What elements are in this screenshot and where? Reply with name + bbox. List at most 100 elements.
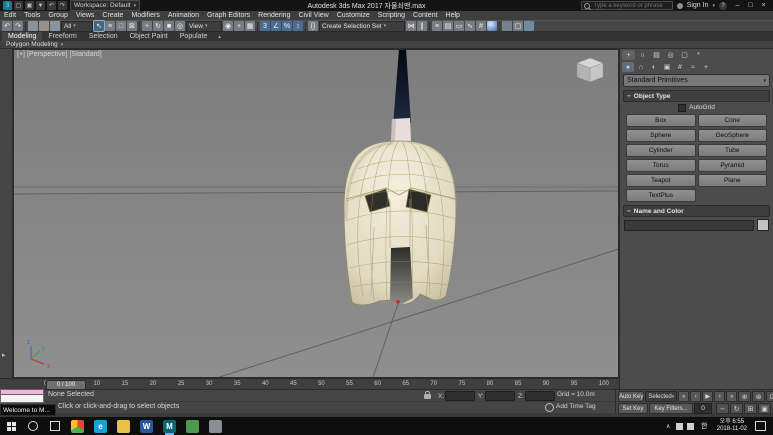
use-pivot-point-center-icon[interactable]: ◉ bbox=[223, 21, 233, 31]
task-view-button[interactable] bbox=[44, 417, 66, 435]
viewport-background[interactable] bbox=[13, 49, 619, 378]
search-input[interactable] bbox=[592, 2, 670, 10]
mirror-icon[interactable]: ⋈ bbox=[406, 21, 416, 31]
action-center-icon[interactable] bbox=[755, 421, 766, 431]
layout-tabs-arrow-icon[interactable]: ▸ bbox=[2, 351, 6, 359]
orbit-icon[interactable]: ↻ bbox=[730, 403, 743, 414]
app-icon-7[interactable] bbox=[209, 420, 222, 433]
name-and-color-rollout[interactable]: − Name and Color bbox=[623, 205, 770, 217]
toggle-layer-explorer-icon[interactable]: ▤ bbox=[443, 21, 453, 31]
object-button-torus[interactable]: Torus bbox=[626, 159, 696, 172]
zoom-all-icon[interactable]: ⊛ bbox=[752, 391, 765, 402]
select-and-manipulate-icon[interactable]: + bbox=[234, 21, 244, 31]
x-coordinate-field[interactable] bbox=[445, 391, 475, 401]
chevron-down-icon[interactable]: ▾ bbox=[712, 3, 715, 9]
category-helpers-icon[interactable]: # bbox=[674, 62, 686, 72]
zoom-region-icon[interactable]: ⊞ bbox=[744, 403, 757, 414]
key-mode-dropdown[interactable]: Selected ▾ bbox=[645, 391, 677, 402]
undo-icon[interactable]: ↶ bbox=[47, 1, 56, 10]
close-button[interactable]: × bbox=[757, 1, 770, 11]
primitives-dropdown[interactable]: Standard Primitives ▾ bbox=[623, 74, 770, 87]
object-button-geosphere[interactable]: GeoSphere bbox=[698, 129, 768, 142]
track-bar[interactable]: 0510152025303540455055606570758085909510… bbox=[0, 378, 619, 389]
tray-expand-icon[interactable]: ∧ bbox=[665, 423, 672, 430]
viewport-general-menu[interactable]: [+] bbox=[17, 51, 25, 58]
ime-indicator[interactable]: 한 bbox=[698, 421, 711, 431]
next-frame-button[interactable]: › bbox=[714, 391, 725, 402]
tab-object-paint[interactable]: Object Paint bbox=[124, 32, 174, 41]
network-icon[interactable] bbox=[676, 423, 683, 430]
select-and-scale-icon[interactable]: ■ bbox=[164, 21, 174, 31]
unlink-selection-icon[interactable] bbox=[39, 21, 49, 31]
keyboard-shortcut-override-icon[interactable]: ▦ bbox=[245, 21, 255, 31]
edit-named-selection-sets-icon[interactable]: {} bbox=[308, 21, 318, 31]
undo-icon[interactable]: ↶ bbox=[2, 21, 12, 31]
snaps-toggle-3d-icon[interactable]: 3 bbox=[260, 21, 270, 31]
select-by-name-icon[interactable]: ≡ bbox=[105, 21, 115, 31]
time-slider[interactable]: 0 / 100 bbox=[46, 380, 86, 390]
category-lights-icon[interactable]: ◐ bbox=[648, 62, 660, 72]
help-icon[interactable]: ? bbox=[719, 2, 727, 10]
edge-icon[interactable]: e bbox=[94, 420, 107, 433]
reference-coordinate-dropdown[interactable]: View ▾ bbox=[186, 21, 222, 32]
tab-modeling[interactable]: Modeling bbox=[2, 32, 42, 41]
tab-freeform[interactable]: Freeform bbox=[42, 32, 82, 41]
tab-create[interactable]: + bbox=[622, 50, 635, 60]
chrome-icon[interactable] bbox=[71, 420, 84, 433]
maxscript-mini-listener[interactable] bbox=[0, 389, 44, 404]
redo-icon[interactable]: ↷ bbox=[13, 21, 23, 31]
menu-item-customize[interactable]: Customize bbox=[333, 11, 374, 20]
align-icon[interactable]: ∥ bbox=[417, 21, 427, 31]
object-button-cylinder[interactable]: Cylinder bbox=[626, 144, 696, 157]
object-button-plane[interactable]: Plane bbox=[698, 174, 768, 187]
category-geometry-icon[interactable]: ● bbox=[622, 62, 634, 72]
key-filters-button[interactable]: Key Filters... bbox=[649, 403, 693, 414]
ribbon-minimize-icon[interactable]: ▴ bbox=[218, 34, 221, 40]
current-frame-field[interactable]: 0 bbox=[694, 403, 712, 414]
category-systems-icon[interactable]: + bbox=[700, 62, 712, 72]
object-button-teapot[interactable]: Teapot bbox=[626, 174, 696, 187]
object-button-sphere[interactable]: Sphere bbox=[626, 129, 696, 142]
toggle-ribbon-icon[interactable]: ▭ bbox=[454, 21, 464, 31]
category-shapes-icon[interactable]: ∩ bbox=[635, 62, 647, 72]
menu-item-animation[interactable]: Animation bbox=[164, 11, 203, 20]
menu-item-create[interactable]: Create bbox=[98, 11, 127, 20]
y-coordinate-field[interactable] bbox=[485, 391, 515, 401]
go-to-end-button[interactable]: » bbox=[726, 391, 737, 402]
minimize-button[interactable]: – bbox=[731, 1, 744, 11]
new-scene-icon[interactable]: ▢ bbox=[14, 1, 23, 10]
save-file-icon[interactable]: ▼ bbox=[36, 1, 45, 10]
viewport-pov-menu[interactable]: [Perspective] bbox=[27, 51, 67, 58]
object-color-swatch[interactable] bbox=[757, 219, 769, 231]
schematic-view-icon[interactable]: # bbox=[476, 21, 486, 31]
object-button-box[interactable]: Box bbox=[626, 114, 696, 127]
open-file-icon[interactable]: ▣ bbox=[25, 1, 34, 10]
menu-item-graph-editors[interactable]: Graph Editors bbox=[203, 11, 254, 20]
named-selection-sets-dropdown[interactable]: Create Selection Set ▾ bbox=[319, 21, 405, 32]
menu-item-views[interactable]: Views bbox=[72, 11, 99, 20]
menu-item-tools[interactable]: Tools bbox=[20, 11, 44, 20]
select-and-place-icon[interactable]: ◎ bbox=[175, 21, 185, 31]
start-button[interactable] bbox=[0, 417, 22, 435]
help-search-box[interactable] bbox=[581, 1, 673, 10]
menu-item-help[interactable]: Help bbox=[442, 11, 464, 20]
go-to-start-button[interactable]: « bbox=[678, 391, 689, 402]
tab-display[interactable]: ▢ bbox=[678, 50, 691, 60]
listener-line[interactable] bbox=[0, 395, 44, 403]
z-coordinate-field[interactable] bbox=[525, 391, 555, 401]
menu-item-edit[interactable]: Edit bbox=[0, 11, 20, 20]
viewport-shading-menu[interactable]: [Standard] bbox=[69, 51, 101, 58]
menu-item-civil-view[interactable]: Civil View bbox=[294, 11, 332, 20]
volume-icon[interactable] bbox=[687, 423, 694, 430]
object-type-rollout[interactable]: − Object Type bbox=[623, 90, 770, 102]
toggle-scene-explorer-icon[interactable]: ≡ bbox=[432, 21, 442, 31]
workspace-dropdown[interactable]: Workspace: Default ▾ bbox=[70, 0, 140, 11]
tab-modify[interactable]: ∩ bbox=[636, 50, 649, 60]
curve-editor-icon[interactable]: ∿ bbox=[465, 21, 475, 31]
redo-icon[interactable]: ↷ bbox=[58, 1, 67, 10]
object-button-cone[interactable]: Cone bbox=[698, 114, 768, 127]
max-logo-icon[interactable]: 3 bbox=[3, 1, 12, 10]
zoom-extents-all-icon[interactable]: ⊡ bbox=[766, 391, 773, 402]
window-crossing-icon[interactable]: ⊠ bbox=[127, 21, 137, 31]
maximize-viewport-toggle-icon[interactable]: ▣ bbox=[758, 403, 771, 414]
